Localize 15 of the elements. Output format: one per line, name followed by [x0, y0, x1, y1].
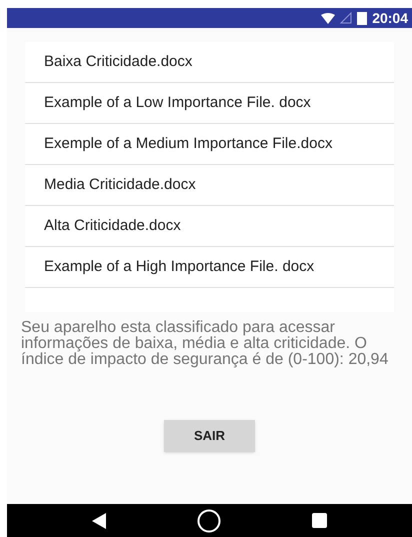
info-text: Seu aparelho esta classificado para acessar informações de baixa, média e alta criticidade. O índice de impacto de segurança é de (0-100): 20,94	[20, 320, 390, 368]
file-item[interactable]: Media Criticidade.docx	[44, 178, 196, 192]
signal-icon	[340, 12, 352, 24]
recents-icon[interactable]	[312, 513, 327, 528]
file-item[interactable]: Baixa Criticidade.docx	[44, 55, 192, 69]
status-time: 20:04	[372, 8, 408, 28]
wifi-icon	[321, 12, 336, 24]
exit-button[interactable]: SAIR	[164, 420, 255, 452]
back-icon[interactable]	[92, 512, 106, 528]
file-item[interactable]: Alta Criticidade.docx	[44, 219, 181, 233]
file-item[interactable]: Example of a High Importance File. docx	[44, 260, 314, 274]
file-item[interactable]: Exemple of a Medium Importance File.docx	[44, 137, 332, 151]
file-item[interactable]: Example of a Low Importance File. docx	[44, 96, 311, 110]
home-icon[interactable]	[196, 508, 221, 532]
battery-icon	[357, 12, 368, 24]
